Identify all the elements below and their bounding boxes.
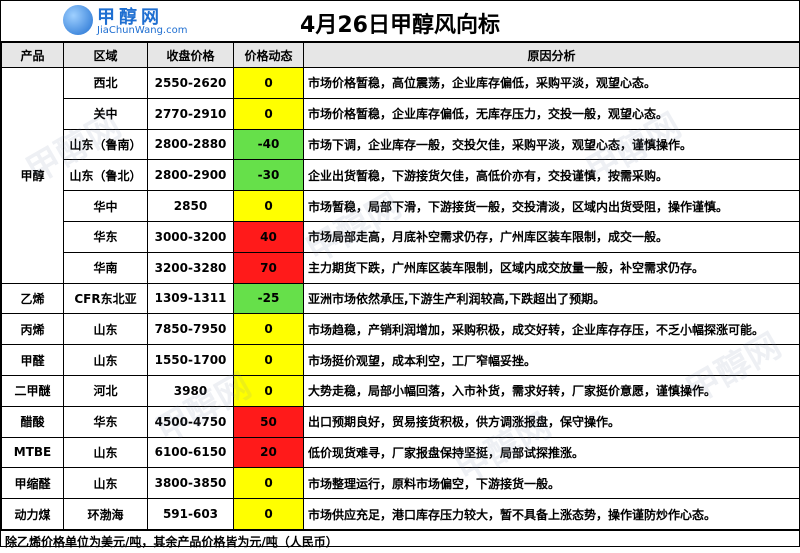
table-row: 甲缩醛 山东 3800-3850 0 市场整理运行，原料市场偏空，下游接货一般。 (1, 467, 800, 500)
change-cell: 0 (233, 498, 304, 530)
region-cell: 山东 (63, 344, 148, 376)
change-cell: 0 (233, 67, 304, 99)
price-table: 产品 区域 收盘价格 价格动态 原因分析 甲醇 西北 2550-2620 0 市场价格暂… (1, 42, 800, 530)
price-cell: 4500-4750 (147, 405, 234, 438)
product-cell: 甲醇 (1, 67, 64, 284)
header-product: 产品 (1, 42, 64, 68)
reason-cell: 市场价格暂稳，高位震荡，企业库存偏低，采购平淡，观望心态。 (303, 67, 800, 99)
region-cell: 华东 (63, 220, 148, 253)
price-cell: 1309-1311 (147, 282, 234, 315)
table-row: 甲醇 西北 2550-2620 0 市场价格暂稳，高位震荡，企业库存偏低，采购平淡，观望… (1, 67, 800, 284)
change-cell: 40 (233, 220, 304, 253)
product-cell: 动力煤 (1, 498, 64, 530)
price-cell: 3000-3200 (147, 220, 234, 253)
header-region: 区域 (63, 42, 148, 68)
product-cell: 丙烯 (1, 313, 64, 346)
region-cell: 山东 (63, 436, 148, 469)
product-cell: 二甲醚 (1, 374, 64, 407)
change-cell: -40 (233, 128, 304, 161)
table-body: 甲醇 西北 2550-2620 0 市场价格暂稳，高位震荡，企业库存偏低，采购平淡，观望… (1, 67, 800, 530)
product-cell: 醋酸 (1, 405, 64, 438)
price-cell: 2800-2900 (147, 159, 234, 192)
price-cell: 6100-6150 (147, 436, 234, 469)
region-cell: 山东（鲁南） (63, 128, 148, 161)
reason-cell: 企业出货暂稳，下游接货欠佳，高低价亦有，交投谨慎，按需采购。 (303, 159, 800, 192)
price-cell: 3200-3280 (147, 251, 234, 284)
table-row: 二甲醚 河北 3980 0 大势走稳，局部小幅回落，入市补货，需求好转，厂家挺价意愿，谨… (1, 374, 800, 407)
reason-cell: 市场挺价观望，成本利空，工厂窄幅妥挫。 (303, 344, 800, 376)
price-cell: 3800-3850 (147, 467, 234, 500)
price-cell: 591-603 (147, 498, 234, 530)
reason-cell: 市场暂稳，局部下滑，下游接货一般，交投清淡，区域内出货受阻，操作谨慎。 (303, 190, 800, 222)
region-cell: 山东 (63, 313, 148, 346)
table-row: 乙烯 CFR东北亚 1309-1311 -25 亚洲市场依然承压,下游生产利润较高,下跌… (1, 282, 800, 315)
change-cell: 20 (233, 436, 304, 469)
table-row: 山东（鲁北） 2800-2900 -30 企业出货暂稳，下游接货欠佳，高低价亦有，交投… (2, 159, 800, 192)
region-cell: 环渤海 (63, 498, 148, 530)
region-cell: 华中 (63, 190, 148, 222)
region-cell: 华南 (63, 251, 148, 284)
table-row: 丙烯 山东 7850-7950 0 市场趋稳，产销利润增加，采购积极，成交好转，企业库存… (1, 313, 800, 346)
price-cell: 2850 (147, 190, 234, 222)
change-cell: 0 (233, 313, 304, 346)
region-cell: 西北 (63, 67, 148, 99)
table-row: 动力煤 环渤海 591-603 0 市场供应充足，港口库存压力较大，暂不具备上涨态势，操… (1, 498, 800, 530)
reason-cell: 亚洲市场依然承压,下游生产利润较高,下跌超出了预期。 (303, 282, 800, 315)
price-cell: 2550-2620 (147, 67, 234, 99)
change-cell: 70 (233, 251, 304, 284)
table-row: 华中 2850 0 市场暂稳，局部下滑，下游接货一般，交投清淡，区域内出货受阻，操作谨… (2, 190, 800, 222)
region-cell: 山东（鲁北） (63, 159, 148, 192)
table-row: MTBE 山东 6100-6150 20 低价现货难寻，厂家报盘保持坚挺，局部试探推涨。 (1, 436, 800, 469)
change-cell: 50 (233, 405, 304, 438)
table-row: 华南 3200-3280 70 主力期货下跌，广州库区装车限制，区域内成交放量一般，补… (2, 251, 800, 284)
reason-cell: 大势走稳，局部小幅回落，入市补货，需求好转，厂家挺价意愿，谨慎操作。 (303, 374, 800, 407)
change-cell: 0 (233, 190, 304, 222)
header-reason: 原因分析 (303, 42, 800, 68)
table-row: 醋酸 华东 4500-4750 50 出口预期良好，贸易接货积极，供方调涨报盘，保守操作… (1, 405, 800, 438)
reason-cell: 市场趋稳，产销利润增加，采购积极，成交好转，企业库存存压，不乏小幅探涨可能。 (303, 313, 800, 346)
price-cell: 2770-2910 (147, 97, 234, 130)
reason-cell: 出口预期良好，贸易接货积极，供方调涨报盘，保守操作。 (303, 405, 800, 438)
change-cell: 0 (233, 374, 304, 407)
table-row: 山东（鲁南） 2800-2880 -40 市场下调，企业库存一般，交投欠佳，采购平淡，… (2, 128, 800, 161)
header-change: 价格动态 (233, 42, 304, 68)
reason-cell: 主力期货下跌，广州库区装车限制，区域内成交放量一般，补空需求仍存。 (303, 251, 800, 284)
product-cell: 乙烯 (1, 282, 64, 315)
reason-cell: 市场局部走高，月底补空需求仍存，广州库区装车限制，成交一般。 (303, 220, 800, 253)
product-cell: MTBE (1, 436, 64, 469)
product-cell: 甲缩醛 (1, 467, 64, 500)
price-cell: 2800-2880 (147, 128, 234, 161)
table-row: 华东 3000-3200 40 市场局部走高，月底补空需求仍存，广州库区装车限制，成交… (2, 220, 800, 253)
region-cell: 山东 (63, 467, 148, 500)
header-price: 收盘价格 (147, 42, 234, 68)
reason-cell: 市场整理运行，原料市场偏空，下游接货一般。 (303, 467, 800, 500)
region-cell: 河北 (63, 374, 148, 407)
footer-note: 除乙烯价格单位为美元/吨，其余产品价格皆为元/吨（人民币） (1, 529, 799, 553)
region-cell: 华东 (63, 405, 148, 438)
header: 甲醇网 JiaChunWang.com 4月26日甲醇风向标 (1, 1, 799, 42)
change-cell: 0 (233, 344, 304, 376)
table-row: 关中 2770-2910 0 市场价格暂稳，企业库存偏低，无库存压力，交投一般，观望心… (2, 97, 800, 130)
page-title: 4月26日甲醇风向标 (300, 13, 500, 38)
change-cell: -30 (233, 159, 304, 192)
price-cell: 1550-1700 (147, 344, 234, 376)
table-row: 甲醛 山东 1550-1700 0 市场挺价观望，成本利空，工厂窄幅妥挫。 (1, 344, 800, 376)
report-sheet: 甲醇网 JiaChunWang.com 4月26日甲醇风向标 产品 区域 收盘价… (0, 0, 800, 549)
change-cell: 0 (233, 467, 304, 500)
reason-cell: 市场供应充足，港口库存压力较大，暂不具备上涨态势，操作谨防炒作心态。 (303, 498, 800, 530)
price-cell: 3980 (147, 374, 234, 407)
region-cell: CFR东北亚 (63, 282, 148, 315)
reason-cell: 市场下调，企业库存一般，交投欠佳，采购平淡，观望心态，谨慎操作。 (303, 128, 800, 161)
change-cell: 0 (233, 97, 304, 130)
table-header-row: 产品 区域 收盘价格 价格动态 原因分析 (1, 42, 800, 68)
change-cell: -25 (233, 282, 304, 315)
region-cell: 关中 (63, 97, 148, 130)
product-cell: 甲醛 (1, 344, 64, 376)
reason-cell: 低价现货难寻，厂家报盘保持坚挺，局部试探推涨。 (303, 436, 800, 469)
reason-cell: 市场价格暂稳，企业库存偏低，无库存压力，交投一般，观望心态。 (303, 97, 800, 130)
price-cell: 7850-7950 (147, 313, 234, 346)
